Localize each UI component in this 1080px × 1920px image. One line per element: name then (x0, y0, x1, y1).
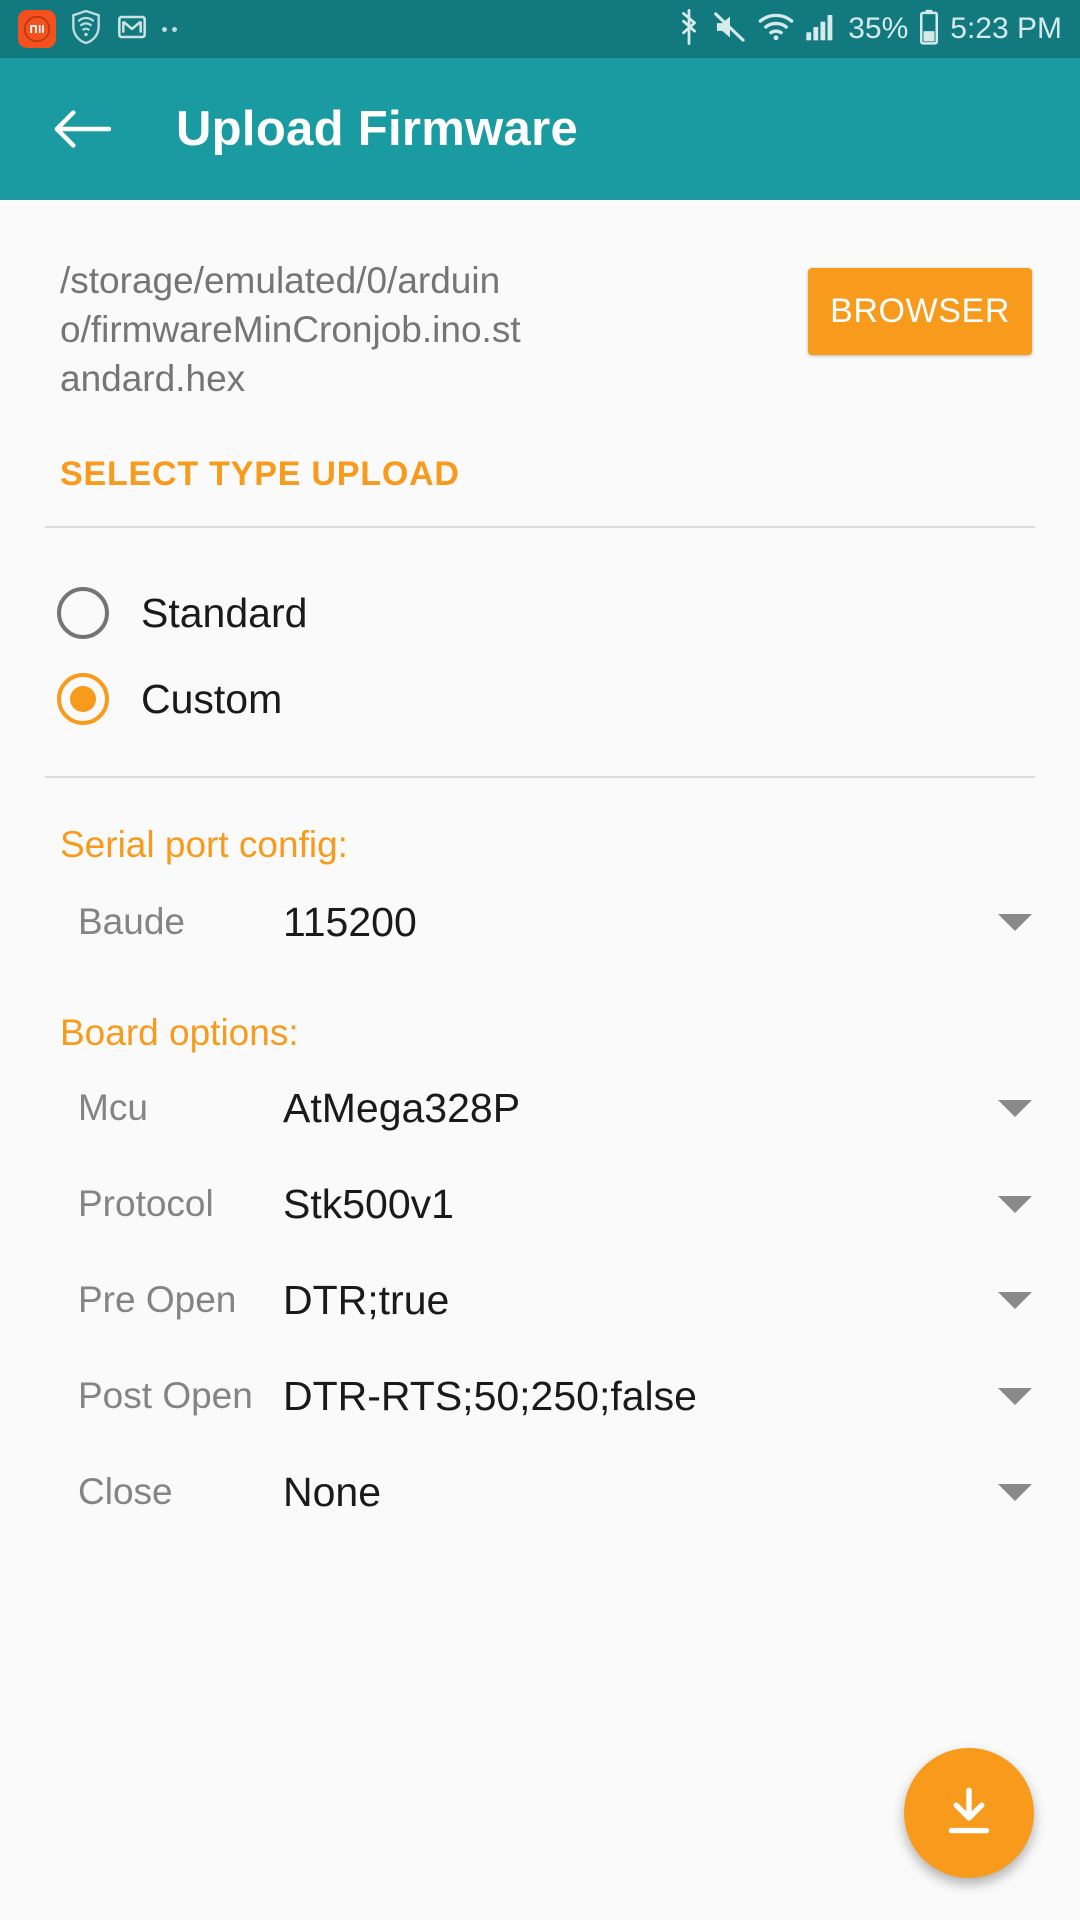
security-shield-icon (70, 9, 102, 50)
radio-label-custom: Custom (141, 675, 283, 722)
battery-icon (919, 9, 939, 50)
bluetooth-icon (676, 8, 702, 50)
cellular-signal-icon (805, 12, 837, 47)
spinner-label-mcu: Mcu (78, 1087, 148, 1128)
spinner-label-pre-open: Pre Open (78, 1279, 237, 1320)
radio-unselected-icon (57, 587, 109, 639)
radio-label-standard: Standard (141, 589, 308, 636)
chevron-down-icon[interactable] (998, 1291, 1032, 1309)
chevron-down-icon[interactable] (998, 1099, 1032, 1117)
clock-label: 5:23 PM (950, 12, 1062, 45)
volume-mute-icon (713, 11, 747, 48)
selected-file-path: /storage/emulated/0/arduino/firmwareMinC… (60, 260, 521, 399)
chevron-down-icon[interactable] (998, 1483, 1032, 1501)
chevron-down-icon[interactable] (998, 1387, 1032, 1405)
spinner-label-protocol: Protocol (78, 1183, 214, 1224)
upload-type-radio-group[interactable]: Standard Custom (0, 528, 1080, 742)
spinner-row-post-open[interactable]: Post Open DTR-RTS;50;250;false (0, 1348, 1080, 1444)
back-button[interactable] (50, 97, 114, 161)
board-options-group: Board options: Mcu AtMega328P Protocol S… (0, 970, 1080, 1540)
main-content: /storage/emulated/0/arduino/firmwareMinC… (0, 200, 1080, 1920)
battery-percent-label: 35% (848, 12, 909, 45)
spinner-value-post-open: DTR-RTS;50;250;false (283, 1372, 697, 1419)
radio-option-custom[interactable]: Custom (0, 656, 1080, 742)
status-bar-left-icons (18, 9, 177, 50)
spinner-row-protocol[interactable]: Protocol Stk500v1 (0, 1156, 1080, 1252)
download-icon (948, 1787, 990, 1834)
spinner-value-close: None (283, 1468, 382, 1515)
spinner-row-baude[interactable]: Baude 115200 (0, 874, 1080, 970)
spinner-value-mcu: AtMega328P (283, 1084, 521, 1131)
select-type-upload-heading: SELECT TYPE UPLOAD (60, 455, 460, 493)
browser-button[interactable]: BROWSER (808, 268, 1032, 355)
gmail-icon (116, 11, 148, 48)
spinner-row-close[interactable]: Close None (0, 1444, 1080, 1540)
spinner-value-protocol: Stk500v1 (283, 1180, 454, 1227)
serial-port-config-group: Serial port config: Baude 115200 (0, 778, 1080, 970)
file-selection-row: /storage/emulated/0/arduino/firmwareMinC… (0, 200, 1080, 403)
chevron-down-icon[interactable] (998, 913, 1032, 931)
status-bar-right-icons: 35% 5:23 PM (676, 8, 1062, 50)
status-bar: 35% 5:23 PM (0, 0, 1080, 58)
upload-download-fab[interactable] (904, 1748, 1034, 1878)
wifi-icon (758, 12, 794, 47)
mi-app-icon (18, 10, 56, 48)
board-options-title: Board options: (60, 1012, 299, 1053)
spinner-label-close: Close (78, 1471, 173, 1512)
chevron-down-icon[interactable] (998, 1195, 1032, 1213)
page-title: Upload Firmware (176, 102, 579, 156)
spinner-row-pre-open[interactable]: Pre Open DTR;true (0, 1252, 1080, 1348)
app-toolbar: Upload Firmware (0, 58, 1080, 200)
radio-selected-icon (57, 673, 109, 725)
radio-option-standard[interactable]: Standard (0, 570, 1080, 656)
spinner-value-baude: 115200 (283, 898, 417, 945)
more-notifications-icon (162, 26, 177, 32)
spinner-row-mcu[interactable]: Mcu AtMega328P (0, 1060, 1080, 1156)
spinner-label-post-open: Post Open (78, 1375, 253, 1416)
serial-port-config-title: Serial port config: (60, 824, 348, 865)
back-arrow-icon (54, 110, 111, 148)
spinner-value-pre-open: DTR;true (283, 1276, 450, 1323)
spinner-label-baude: Baude (78, 901, 185, 942)
